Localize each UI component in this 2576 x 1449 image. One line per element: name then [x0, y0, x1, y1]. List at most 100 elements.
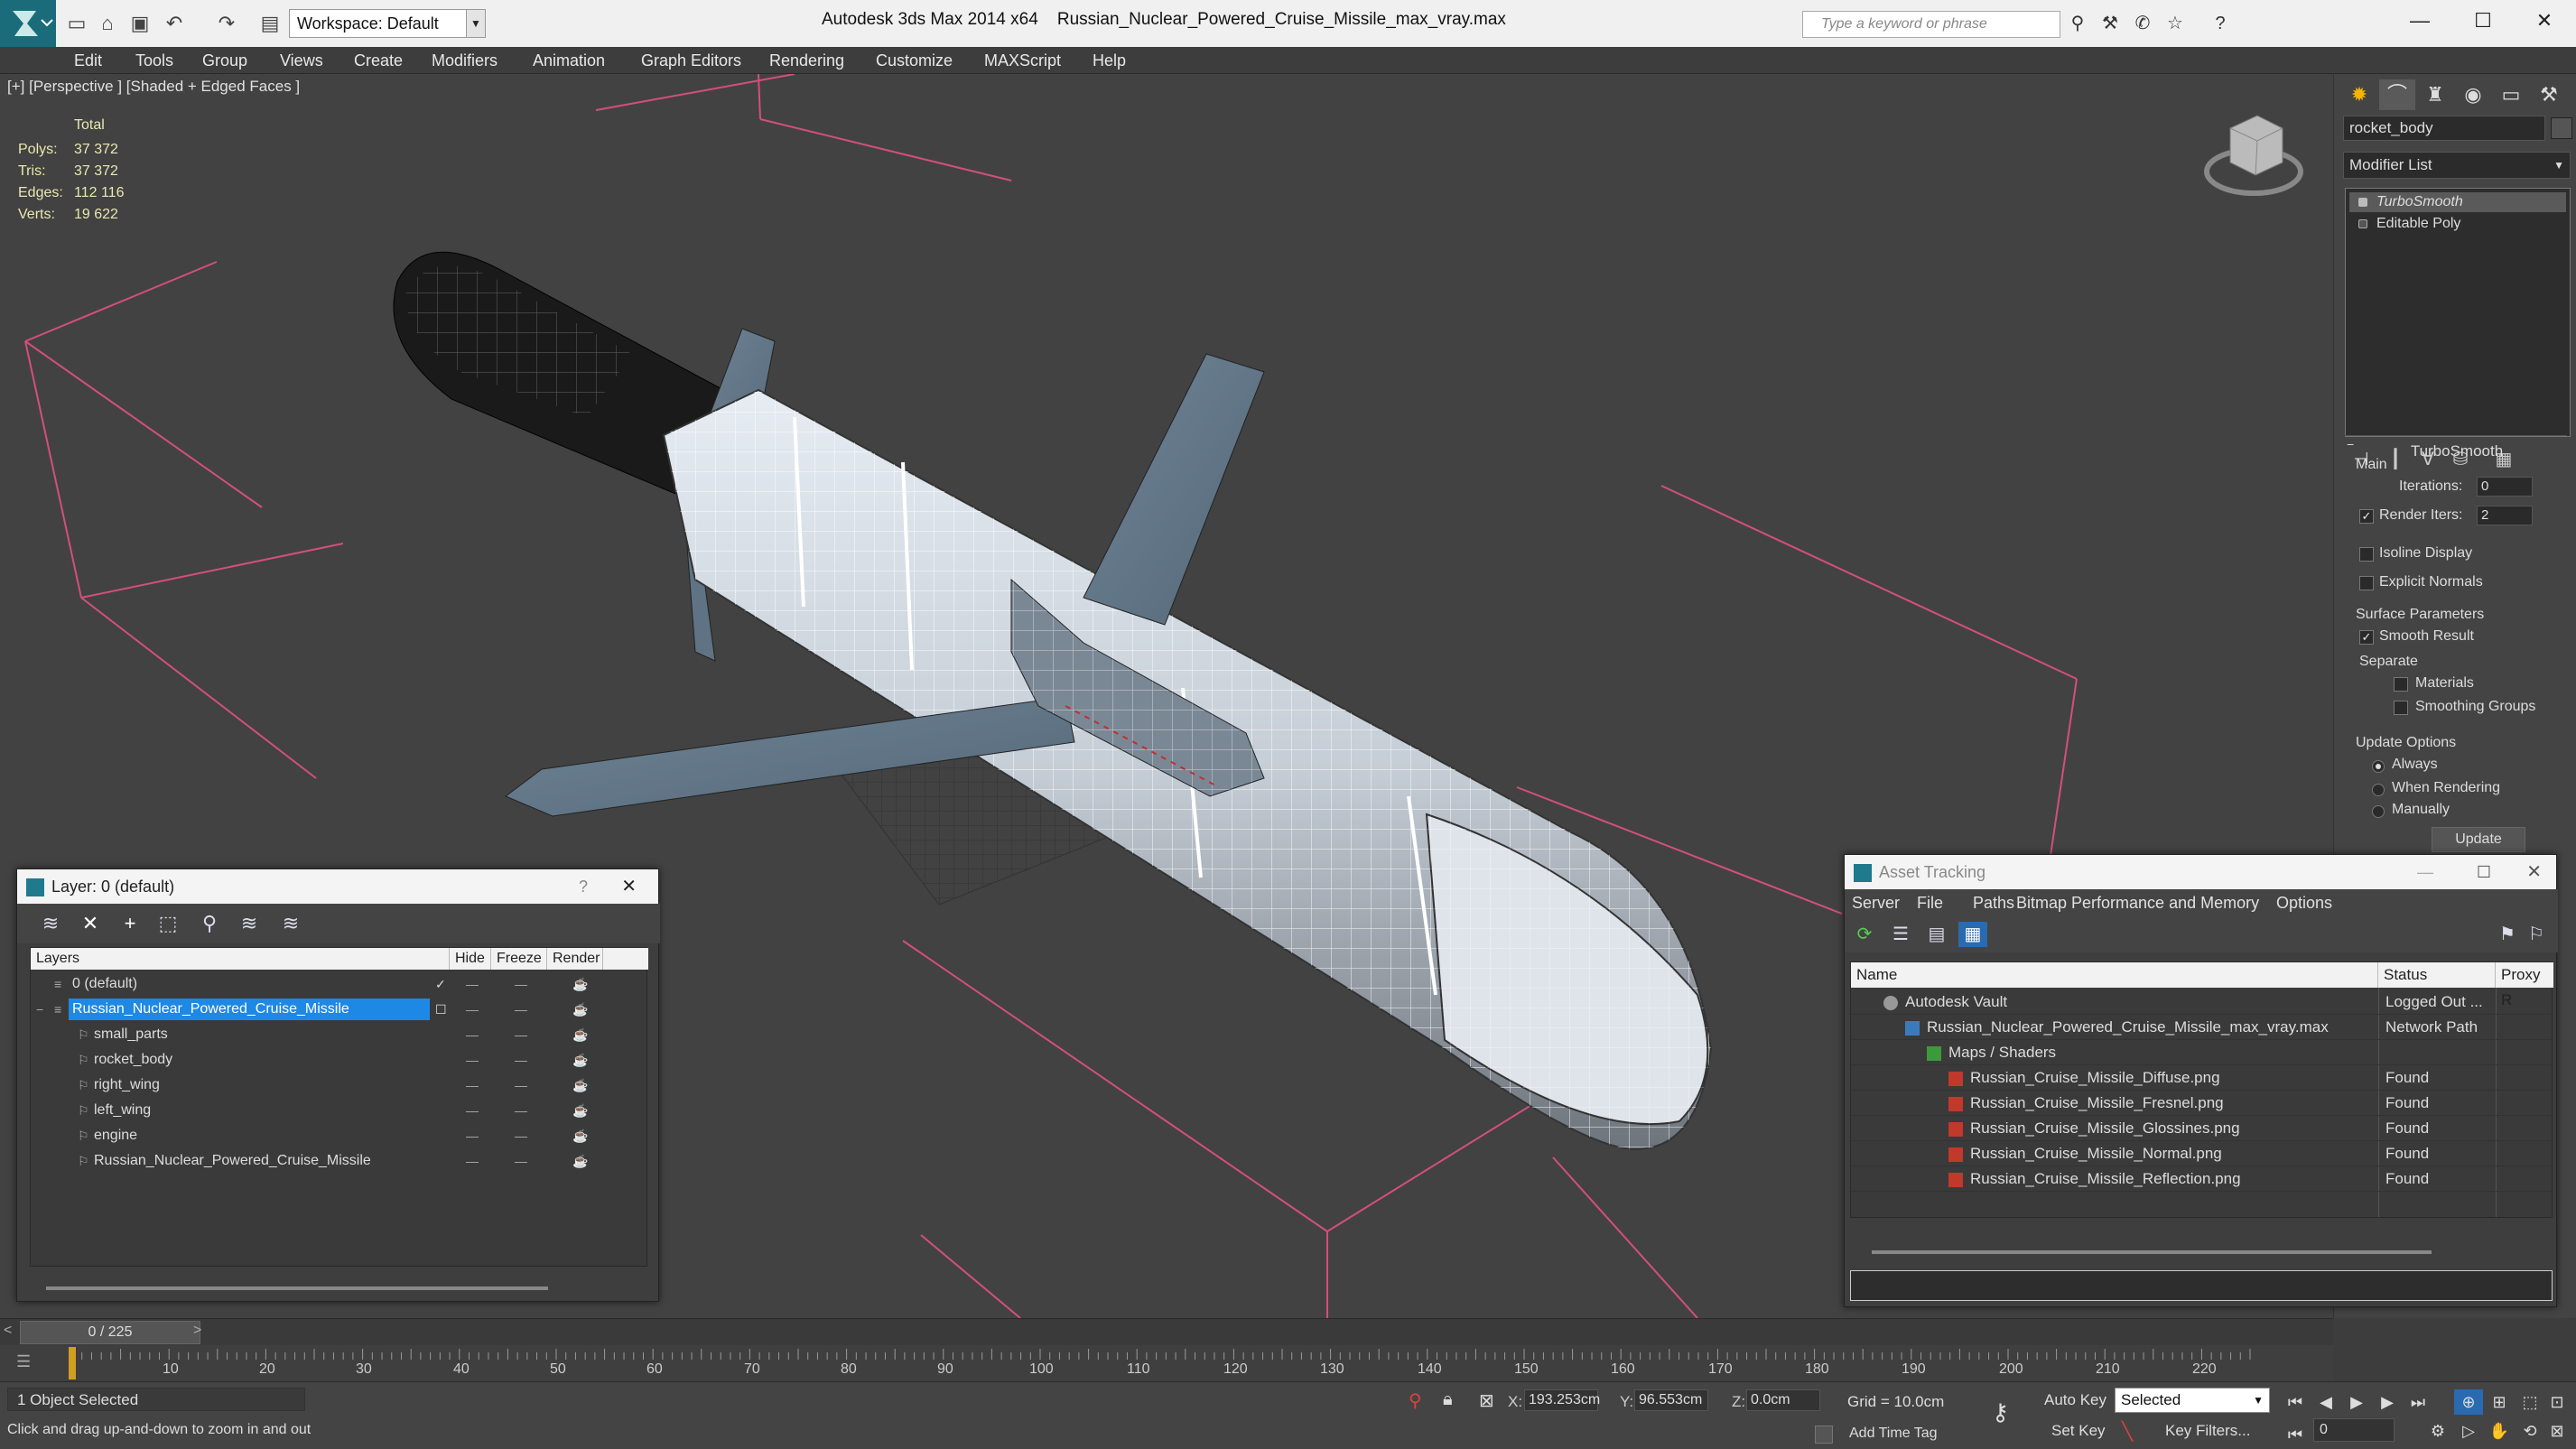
- go-to-start-icon[interactable]: ⏮: [2281, 1389, 2310, 1415]
- add-time-tag[interactable]: Add Time Tag: [1849, 1426, 1938, 1442]
- asset-maximize-icon[interactable]: ☐: [2477, 855, 2491, 889]
- y-coordinate-field[interactable]: 96.553cm: [1634, 1389, 1708, 1411]
- time-slider-thumb[interactable]: 0 / 225: [20, 1321, 200, 1344]
- layer-name[interactable]: rocket_body: [90, 1049, 178, 1071]
- layer-name[interactable]: engine: [90, 1125, 143, 1147]
- layer-row[interactable]: ⚐ right_wing — — ☕: [31, 1073, 648, 1098]
- time-slider[interactable]: < 0 / 225 >: [0, 1318, 2333, 1345]
- hide-toggle[interactable]: —: [466, 971, 479, 997]
- update-manually-radio[interactable]: [2372, 805, 2385, 818]
- freeze-toggle[interactable]: —: [515, 997, 527, 1022]
- menu-rendering[interactable]: Rendering: [769, 47, 844, 74]
- key-mode-icon[interactable]: ⏮: [2281, 1422, 2310, 1447]
- freeze-toggle[interactable]: —: [515, 1073, 527, 1098]
- field-of-view-icon[interactable]: ▷: [2454, 1418, 2483, 1444]
- viewcube-icon[interactable]: [2204, 115, 2303, 196]
- hide-toggle[interactable]: —: [466, 1022, 479, 1047]
- stack-item-editable-poly[interactable]: Editable Poly: [2349, 214, 2566, 234]
- communication-center-icon[interactable]: ✆: [2129, 11, 2156, 36]
- freeze-all-layers-icon[interactable]: ≋: [275, 909, 306, 938]
- create-layer-icon[interactable]: ≋: [35, 909, 66, 938]
- viewport-label[interactable]: [+] [Perspective ] [Shaded + Edged Faces…: [7, 78, 300, 96]
- z-coordinate-field[interactable]: 0.0cm: [1746, 1389, 1820, 1411]
- active-layer-check-icon[interactable]: ✓: [435, 971, 446, 997]
- zoom-icon[interactable]: ⊕: [2454, 1389, 2483, 1415]
- menu-help[interactable]: Help: [1093, 47, 1126, 74]
- create-tab-icon[interactable]: ✹: [2341, 79, 2377, 110]
- absolute-mode-icon[interactable]: ⊠: [1479, 1389, 1494, 1412]
- slider-next-icon[interactable]: >: [193, 1323, 201, 1339]
- zoom-extents-all-icon[interactable]: ⊡: [2543, 1389, 2571, 1415]
- col-render[interactable]: Render: [547, 948, 603, 970]
- zoom-extents-icon[interactable]: ⬚: [2516, 1389, 2544, 1415]
- maximize-viewport-icon[interactable]: ⊠: [2543, 1418, 2571, 1444]
- save-file-icon[interactable]: ▣: [126, 11, 153, 36]
- asset-row[interactable]: Russian_Nuclear_Powered_Cruise_Missile_m…: [1851, 1015, 2553, 1040]
- collapse-icon[interactable]: −: [36, 997, 43, 1022]
- layer-name[interactable]: Russian_Nuclear_Powered_Cruise_Missile: [90, 1150, 377, 1172]
- play-icon[interactable]: ▶: [2342, 1389, 2371, 1415]
- iterations-spinner[interactable]: 0: [2477, 477, 2533, 497]
- asset-row[interactable]: Maps / Shaders: [1851, 1040, 2553, 1065]
- col-status[interactable]: Status: [2378, 962, 2496, 988]
- asset-minimize-icon[interactable]: —: [2417, 855, 2433, 889]
- layer-name[interactable]: small_parts: [90, 1024, 173, 1045]
- render-teapot-icon[interactable]: ☕: [572, 1073, 588, 1098]
- col-proxy-resolution[interactable]: Proxy R: [2496, 962, 2553, 1008]
- freeze-toggle[interactable]: —: [515, 1148, 527, 1174]
- subscription-icon[interactable]: ⚒: [2097, 11, 2124, 36]
- update-button[interactable]: Update: [2432, 827, 2525, 852]
- menu-graph-editors[interactable]: Graph Editors: [641, 47, 741, 74]
- layer-row[interactable]: ⚐ Russian_Nuclear_Powered_Cruise_Missile…: [31, 1148, 648, 1174]
- new-file-icon[interactable]: ▭: [63, 11, 90, 36]
- asset-menu-options[interactable]: Options: [2276, 889, 2332, 916]
- maximize-icon[interactable]: ☐: [2451, 0, 2515, 42]
- menu-create[interactable]: Create: [354, 47, 403, 74]
- asset-menu-bitmap-performance[interactable]: Bitmap Performance and Memory: [2016, 889, 2259, 916]
- layer-window-titlebar[interactable]: Layer: 0 (default) ? ✕: [17, 869, 658, 904]
- highlight-icon[interactable]: ⚐: [2522, 922, 2551, 947]
- asset-row[interactable]: Russian_Cruise_Missile_Reflection.png Fo…: [1851, 1166, 2553, 1192]
- asset-menu-paths[interactable]: Paths: [1973, 889, 2014, 916]
- refresh-icon[interactable]: ⟳: [1850, 922, 1879, 947]
- list-view-icon[interactable]: ☰: [1886, 922, 1915, 947]
- trackbar[interactable]: ☰ 10 20 30 40 50 60 70 80 90 100 110 120…: [0, 1345, 2333, 1381]
- highlight-layer-icon[interactable]: ⚲: [194, 909, 225, 938]
- add-to-layer-icon[interactable]: +: [115, 909, 145, 938]
- update-always-radio[interactable]: [2372, 760, 2385, 773]
- render-teapot-icon[interactable]: ☕: [572, 1022, 588, 1047]
- modify-tab-icon[interactable]: ⌒: [2379, 79, 2415, 110]
- select-objects-icon[interactable]: ⬚: [153, 909, 183, 938]
- asset-close-icon[interactable]: ✕: [2526, 855, 2542, 889]
- render-teapot-icon[interactable]: ☕: [572, 1047, 588, 1073]
- time-tag-icon[interactable]: [1815, 1426, 1833, 1444]
- asset-horizontal-scrollbar[interactable]: [1872, 1250, 2432, 1254]
- asset-menu-file[interactable]: File: [1917, 889, 1943, 916]
- close-icon[interactable]: ✕: [2513, 0, 2576, 42]
- freeze-toggle[interactable]: —: [515, 1123, 527, 1148]
- hide-toggle[interactable]: —: [466, 1123, 479, 1148]
- render-teapot-icon[interactable]: ☕: [572, 997, 588, 1022]
- layer-row[interactable]: − ≡ Russian_Nuclear_Powered_Cruise_Missi…: [31, 997, 648, 1022]
- help-status-icon[interactable]: ⚑: [2493, 922, 2522, 947]
- set-key-button[interactable]: Set Key: [2051, 1422, 2106, 1440]
- selection-lock-icon[interactable]: 🔒︎: [1443, 1389, 1453, 1410]
- next-frame-icon[interactable]: ▶: [2373, 1389, 2402, 1415]
- favorites-star-icon[interactable]: ☆: [2162, 11, 2189, 36]
- redo-icon[interactable]: ↷: [213, 11, 240, 36]
- menu-edit[interactable]: Edit: [74, 47, 102, 74]
- hide-toggle[interactable]: —: [466, 1098, 479, 1123]
- project-folder-icon[interactable]: ▤: [256, 11, 284, 36]
- render-iters-spinner[interactable]: 2: [2477, 506, 2533, 525]
- col-name[interactable]: Name: [1851, 962, 2378, 988]
- layer-name[interactable]: right_wing: [90, 1074, 165, 1096]
- expand-icon[interactable]: [2358, 219, 2367, 228]
- utilities-tab-icon[interactable]: ⚒: [2531, 79, 2567, 110]
- workspace-dropdown[interactable]: Workspace: Default▼: [289, 9, 486, 38]
- stack-item-turbosmooth[interactable]: TurboSmooth: [2349, 192, 2566, 212]
- col-hide[interactable]: Hide: [450, 948, 491, 970]
- render-iters-checkbox[interactable]: ✓: [2359, 509, 2374, 524]
- update-when-rendering-radio[interactable]: [2372, 784, 2385, 796]
- open-file-icon[interactable]: ⌂: [94, 11, 121, 36]
- help-icon[interactable]: ?: [2207, 11, 2234, 36]
